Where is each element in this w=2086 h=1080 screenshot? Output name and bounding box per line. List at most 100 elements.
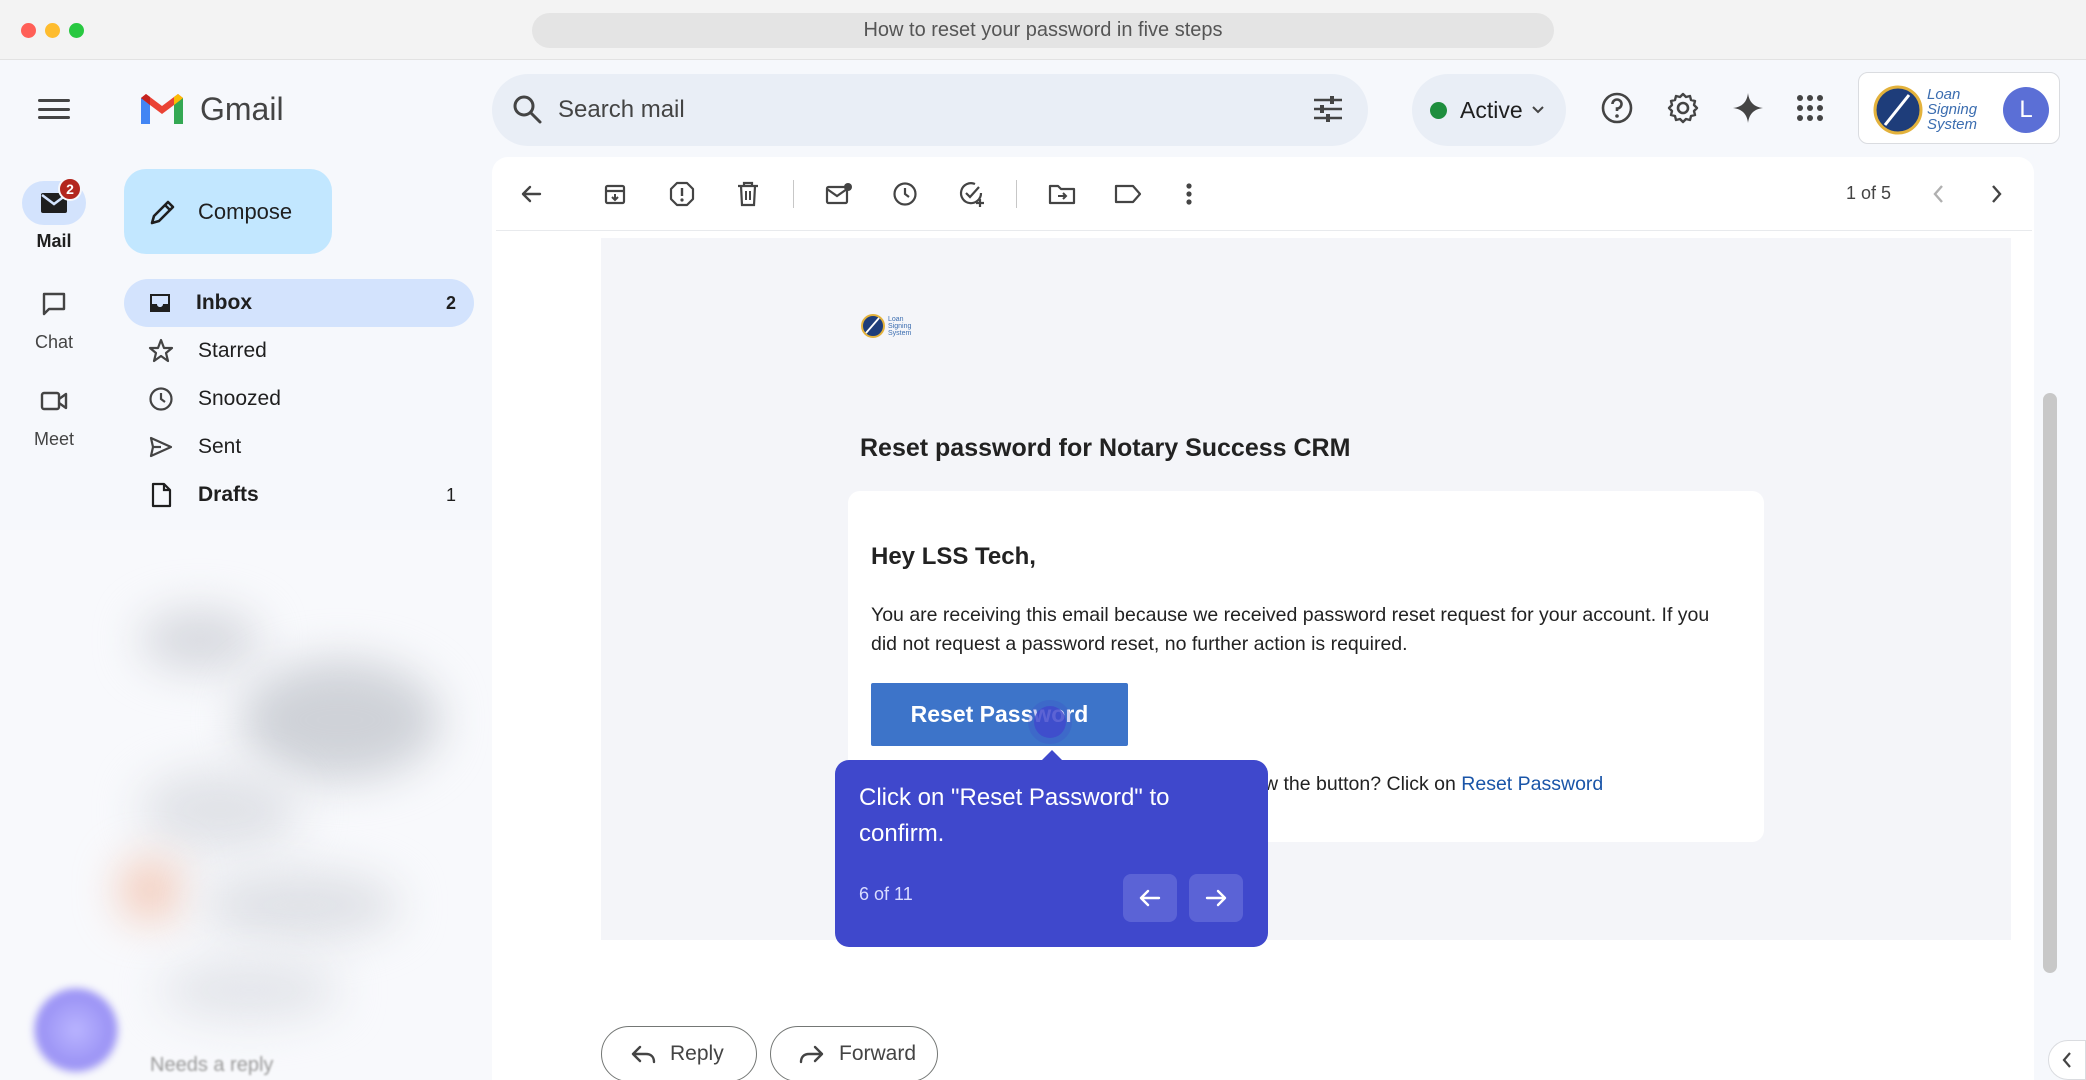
rail-label-meet: Meet (33, 429, 75, 449)
unread-badge: 2 (58, 177, 82, 201)
send-icon (149, 436, 173, 458)
more-options-icon[interactable] (1173, 178, 1205, 210)
chevron-left-icon (2062, 1052, 2071, 1068)
search-icon[interactable] (510, 92, 544, 131)
nav-item-snoozed[interactable]: Snoozed (124, 375, 474, 423)
sender-logo-icon (861, 314, 885, 338)
apps-grid-icon[interactable] (1790, 88, 1830, 128)
rail-label-chat: Chat (34, 332, 74, 352)
next-message-icon[interactable] (1981, 178, 2013, 210)
side-panel-toggle[interactable] (2048, 1040, 2086, 1080)
search-options-icon[interactable] (1312, 94, 1344, 129)
snooze-clock-icon[interactable] (889, 178, 921, 210)
status-label: Active (1460, 96, 1523, 123)
gmail-m-icon (141, 94, 183, 124)
status-indicator (1430, 101, 1447, 119)
nav-item-sent[interactable]: Sent (124, 423, 474, 471)
clock-icon (149, 387, 173, 411)
gemini-sparkle-icon[interactable] (1728, 88, 1768, 128)
draft-icon (151, 482, 172, 508)
compose-label: Compose (198, 198, 293, 224)
nav-label-snoozed: Snoozed (198, 387, 281, 410)
rail-item-chat[interactable]: Chat (15, 282, 93, 353)
pagination-label: 1 of 5 (1846, 183, 1892, 203)
fallback-text: w the button? Click on (1264, 773, 1456, 795)
video-icon (22, 379, 86, 423)
window-titlebar: How to reset your password in five steps (0, 0, 2086, 60)
account-switcher[interactable]: Loan Signing System L (1858, 72, 2060, 144)
label-icon[interactable] (1112, 178, 1144, 210)
toolbar-separator (496, 230, 2032, 231)
tooltip-previous-button[interactable] (1123, 874, 1177, 922)
email-sender-logo: Loan Signing System (860, 313, 920, 339)
rail-item-mail[interactable]: 2 Mail (15, 177, 93, 252)
inbox-icon (150, 294, 170, 312)
assistant-bubble[interactable] (34, 988, 118, 1072)
tooltip-next-button[interactable] (1189, 874, 1243, 922)
main-menu-button[interactable] (38, 95, 70, 123)
toolbar-divider (1016, 180, 1017, 208)
menu-icon-line (38, 107, 70, 111)
drafts-count: 1 (445, 484, 456, 505)
reset-password-link[interactable]: Reset Password (1461, 773, 1603, 795)
nav-label-inbox: Inbox (196, 291, 252, 314)
menu-icon-line (38, 116, 70, 119)
minimize-window-button[interactable] (45, 23, 60, 38)
nav-label-needs-reply: Needs a reply (150, 1054, 274, 1076)
trash-icon[interactable] (732, 178, 764, 210)
add-task-icon[interactable] (956, 178, 988, 210)
nav-item-starred[interactable]: Starred (124, 327, 474, 375)
avatar[interactable]: L (2003, 87, 2049, 133)
rail-item-meet[interactable]: Meet (15, 379, 93, 450)
back-arrow-icon[interactable] (515, 178, 547, 210)
arrow-right-icon (1205, 889, 1227, 907)
report-spam-icon[interactable] (666, 178, 698, 210)
search-input[interactable]: Search mail (558, 96, 685, 124)
chat-icon (22, 282, 86, 326)
organization-logo-icon (1873, 85, 1923, 135)
email-heading: Reset password for Notary Success CRM (860, 434, 1351, 462)
close-window-button[interactable] (21, 23, 36, 38)
email-body-text: You are receiving this email because we … (871, 604, 1710, 655)
sender-logo-text: Loan Signing System (888, 315, 912, 337)
inbox-unread-count: 2 (445, 292, 456, 313)
gmail-logo[interactable]: Gmail (138, 90, 284, 128)
previous-message-icon[interactable] (1922, 178, 1954, 210)
help-icon[interactable] (1597, 88, 1637, 128)
pencil-icon (150, 200, 175, 224)
address-bar[interactable]: How to reset your password in five steps (532, 13, 1554, 48)
toolbar-divider (793, 180, 794, 208)
compose-button[interactable]: Compose (124, 169, 332, 254)
search-bar[interactable]: Search mail (492, 74, 1368, 146)
message-scrollbar[interactable] (2043, 393, 2057, 973)
reply-button[interactable]: Reply (601, 1026, 757, 1080)
forward-arrow-icon (799, 1045, 824, 1064)
email-greeting: Hey LSS Tech, (871, 543, 1036, 570)
nav-item-inbox[interactable]: Inbox 2 (124, 279, 474, 327)
rail-label-mail: Mail (36, 231, 72, 251)
reply-arrow-icon (631, 1045, 656, 1064)
maximize-window-button[interactable] (69, 23, 84, 38)
forward-label: Forward (839, 1042, 917, 1065)
nav-label-sent: Sent (198, 435, 242, 458)
tooltip-step-counter: 6 of 11 (859, 884, 913, 904)
guide-tooltip: Click on "Reset Password" to confirm. 6 … (835, 760, 1268, 947)
mail-icon: 2 (22, 177, 86, 225)
nav-label-starred: Starred (198, 339, 267, 362)
archive-icon[interactable] (599, 178, 631, 210)
move-to-folder-icon[interactable] (1046, 178, 1078, 210)
chevron-down-icon (1531, 106, 1544, 114)
nav-item-drafts[interactable]: Drafts 1 (124, 471, 474, 519)
tooltip-instruction: Click on "Reset Password" to confirm. (859, 784, 1170, 847)
status-selector[interactable]: Active (1412, 74, 1566, 146)
fallback-link-text: w the button? Click on Reset Password (1264, 773, 1603, 796)
menu-icon-line (38, 99, 70, 102)
settings-gear-icon[interactable] (1663, 88, 1703, 128)
organization-logo-text: Loan Signing System (1927, 86, 1978, 133)
star-icon (148, 338, 174, 363)
mark-unread-icon[interactable] (823, 178, 855, 210)
forward-button[interactable]: Forward (770, 1026, 938, 1080)
reply-label: Reply (670, 1042, 724, 1065)
nav-label-drafts: Drafts (198, 483, 259, 506)
reset-password-button[interactable]: Reset Password (871, 683, 1128, 746)
